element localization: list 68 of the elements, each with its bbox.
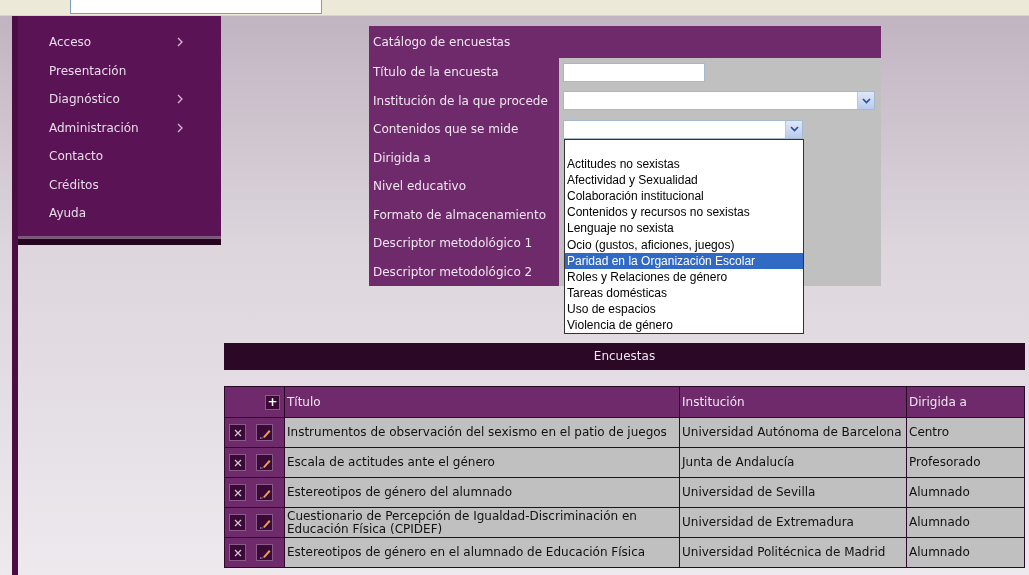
dropdown-option[interactable]: Paridad en la Organización Escolar [565, 252, 803, 269]
table-cell: Universidad de Extremadura [679, 507, 907, 538]
dropdown-option[interactable]: Contenidos y recursos no sexistas [565, 204, 803, 221]
table-cell: Alumnado [906, 507, 1025, 538]
column-header: Dirigida a [906, 386, 1025, 418]
edit-button[interactable] [256, 544, 273, 561]
field-label: Descriptor metodológico 2 [372, 263, 534, 281]
menu-item[interactable]: Administración [18, 113, 221, 142]
table-title: Encuestas [224, 343, 1025, 370]
close-icon [233, 488, 242, 497]
field-label: Institución de la que procede [372, 92, 549, 110]
table-cell: Alumnado [906, 477, 1025, 508]
dropdown-option[interactable]: Actitudes no sexistas [565, 156, 803, 173]
table-cell: Instrumentos de observación del sexismo en el patio de juegos [284, 417, 680, 448]
column-header: Título [284, 386, 680, 418]
menu-item[interactable]: Acceso [18, 28, 221, 57]
menu-item[interactable]: Presentación [18, 56, 221, 85]
chevron-down-icon [861, 97, 871, 104]
chevron-down-icon [789, 126, 799, 133]
edit-button[interactable] [256, 424, 273, 441]
table-cell: Junta de Andalucía [679, 447, 907, 478]
edit-button[interactable] [256, 454, 273, 471]
input-field[interactable] [563, 62, 705, 82]
table-cell: Universidad Autónoma de Barcelona [679, 417, 907, 448]
form-title: Catálogo de encuestas [372, 34, 512, 51]
dropdown-option[interactable]: Tareas domésticas [565, 284, 803, 301]
delete-button[interactable] [229, 484, 246, 501]
close-icon [233, 458, 242, 467]
close-icon [233, 428, 242, 437]
dropdown-option[interactable]: Lenguaje no sexista [565, 220, 803, 237]
column-header: Institución [679, 386, 907, 418]
dropdown-option[interactable]: Violencia de género [565, 317, 803, 334]
table-cell: Escala de actitudes ante el género [284, 447, 680, 478]
table-cell: Centro [906, 417, 1025, 448]
dropdown-option[interactable]: Colaboración institucional [565, 188, 803, 205]
table-cell: Alumnado [906, 537, 1025, 568]
dropdown-option[interactable]: Roles y Relaciones de género [565, 268, 803, 285]
delete-button[interactable] [229, 424, 246, 441]
table-cell: Profesorado [906, 447, 1025, 478]
delete-button[interactable] [229, 544, 246, 561]
dropdown-option[interactable]: Afectividad y Sexualidad [565, 172, 803, 189]
table-cell: Universidad de Sevilla [679, 477, 907, 508]
table-cell: Universidad Politécnica de Madrid [679, 537, 907, 568]
dropdown-option[interactable]: Ocio (gustos, aficiones, juegos) [565, 236, 803, 253]
menu-item[interactable]: Créditos [18, 170, 221, 199]
delete-button[interactable] [229, 454, 246, 471]
delete-button[interactable] [229, 514, 246, 531]
edit-button[interactable] [256, 484, 273, 501]
close-icon [233, 518, 242, 527]
field-label: Descriptor metodológico 1 [372, 235, 534, 252]
menu-item[interactable]: Ayuda [18, 199, 221, 228]
dropdown-field[interactable] [563, 119, 803, 139]
table-cell: Estereotipos de género en el alumnado de Educación Física [284, 537, 680, 568]
address-field[interactable] [70, 0, 322, 14]
field-label: Contenidos que se mide [372, 121, 520, 138]
table-cell: Estereotipos de género del alumnado [284, 477, 680, 508]
menu-item[interactable]: Diagnóstico [18, 85, 221, 114]
field-label: Formato de almacenamiento [372, 206, 547, 224]
field-label: Título de la encuesta [372, 64, 500, 81]
dropdown-field[interactable] [563, 91, 875, 111]
add-button[interactable]: + [265, 394, 280, 410]
edit-button[interactable] [256, 514, 273, 531]
table-cell: Cuestionario de Percepción de Igualdad-Discriminación en Educación Física (CPIDEF) [284, 507, 680, 538]
menu-item[interactable]: Contacto [18, 142, 221, 171]
field-label: Nivel educativo [372, 178, 467, 195]
close-icon [233, 548, 242, 557]
dropdown-option[interactable]: Uso de espacios [565, 300, 803, 318]
field-label: Dirigida a [372, 149, 432, 167]
